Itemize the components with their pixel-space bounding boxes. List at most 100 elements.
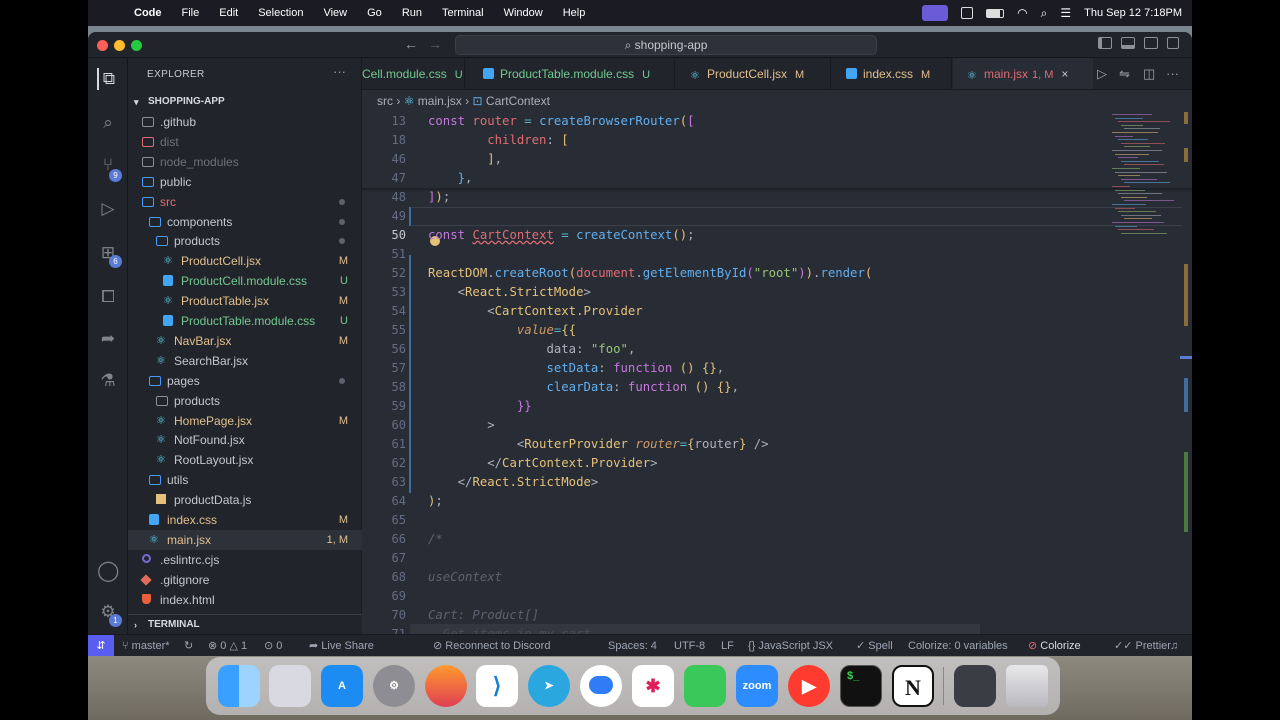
- menu-terminal[interactable]: Terminal: [432, 7, 494, 19]
- accounts-icon[interactable]: ◯: [97, 560, 119, 582]
- code-editor[interactable]: 13 18 46 47 48 49 50 51 52 53 54 55 56 57 58 59 60 61 62 63…: [362, 112, 1192, 634]
- menu-file[interactable]: File: [172, 7, 210, 19]
- telegram-icon[interactable]: ➤: [528, 665, 570, 707]
- breadcrumb-file[interactable]: main.jsx: [418, 94, 462, 108]
- menu-window[interactable]: Window: [494, 7, 553, 19]
- project-folder-header[interactable]: ▾ SHOPPING-APP: [128, 92, 362, 112]
- menu-run[interactable]: Run: [392, 7, 432, 19]
- recent-window-icon[interactable]: [954, 665, 996, 707]
- toggle-panel-icon[interactable]: [1121, 37, 1135, 49]
- tree-item[interactable]: ⚛ main.jsx 1, M: [128, 529, 362, 550]
- eol-setting[interactable]: LF: [721, 635, 734, 656]
- overview-ruler-scrollbar[interactable]: [1180, 112, 1192, 634]
- horizontal-scrollbar[interactable]: [410, 624, 980, 634]
- toggle-secondary-sidebar-icon[interactable]: [1144, 37, 1158, 49]
- tab-index-css[interactable]: index.css M: [832, 58, 952, 89]
- search-view-icon[interactable]: ⌕: [97, 112, 119, 134]
- tree-item[interactable]: products: [128, 391, 362, 411]
- launchpad-icon[interactable]: [269, 665, 311, 707]
- prettier-status[interactable]: ✓✓ Prettier: [1114, 635, 1171, 656]
- remote-indicator-icon[interactable]: ⇵: [88, 635, 114, 656]
- discord-status[interactable]: ⊘ Reconnect to Discord: [433, 635, 550, 656]
- zoom-icon[interactable]: zoom: [736, 665, 778, 707]
- sync-icon[interactable]: ↻: [184, 635, 193, 656]
- language-mode[interactable]: {} JavaScript JSX: [748, 635, 833, 656]
- tree-item[interactable]: ProductCell.module.css U: [128, 271, 362, 291]
- notion-menubar-icon[interactable]: [961, 7, 974, 19]
- tree-item[interactable]: pages: [128, 371, 362, 391]
- terminal-app-icon[interactable]: $_: [840, 665, 882, 707]
- tree-item[interactable]: ⚛ HomePage.jsx M: [128, 411, 362, 431]
- tree-item[interactable]: ProductTable.module.css U: [128, 311, 362, 331]
- breadcrumb-folder[interactable]: src: [377, 94, 393, 108]
- tree-item[interactable]: utils: [128, 470, 362, 490]
- testing-icon[interactable]: ⚗: [97, 370, 119, 392]
- menu-app-name[interactable]: Code: [124, 7, 172, 19]
- notion-icon[interactable]: N: [892, 665, 934, 707]
- screen-recorder-icon[interactable]: ▶: [788, 665, 830, 707]
- spotlight-search-icon[interactable]: ⌕: [1041, 6, 1048, 21]
- command-center-search[interactable]: ⌕ shopping-app: [455, 35, 877, 55]
- tree-item[interactable]: dist: [128, 132, 362, 152]
- minimize-window-button[interactable]: [114, 40, 125, 51]
- encoding-setting[interactable]: UTF-8: [674, 635, 705, 656]
- tab-productcell-jsx[interactable]: ⚛ ProductCell.jsx M: [676, 58, 831, 89]
- tree-item[interactable]: .eslintrc.cjs: [128, 550, 362, 570]
- menu-selection[interactable]: Selection: [248, 7, 313, 19]
- menu-go[interactable]: Go: [357, 7, 392, 19]
- tree-item[interactable]: public: [128, 172, 362, 192]
- slack-icon[interactable]: ✱: [632, 665, 674, 707]
- tree-item[interactable]: src: [128, 192, 362, 212]
- indentation-setting[interactable]: Spaces: 4: [608, 635, 657, 656]
- battery-icon[interactable]: [986, 8, 1005, 18]
- customize-layout-icon[interactable]: [1167, 37, 1179, 49]
- tree-item[interactable]: index.html: [128, 590, 362, 610]
- problems-indicator[interactable]: ⊗ 0 △ 1: [208, 635, 247, 656]
- menu-help[interactable]: Help: [553, 7, 596, 19]
- close-window-button[interactable]: [97, 40, 108, 51]
- trash-icon[interactable]: [1006, 665, 1048, 707]
- live-share-icon[interactable]: ➦: [97, 328, 119, 350]
- tree-item[interactable]: node_modules: [128, 152, 362, 172]
- tab-main-jsx[interactable]: ⚛ main.jsx 1, M ×: [953, 58, 1093, 89]
- finder-icon[interactable]: [218, 665, 260, 707]
- more-actions-icon[interactable]: ···: [333, 64, 346, 79]
- firefox-icon[interactable]: [425, 665, 467, 707]
- tree-item[interactable]: .gitignore: [128, 570, 362, 590]
- tree-item[interactable]: components: [128, 212, 362, 232]
- tree-item[interactable]: ⚛ NotFound.jsx: [128, 430, 362, 450]
- minimap[interactable]: [1112, 112, 1178, 242]
- tree-item[interactable]: ⚛ SearchBar.jsx: [128, 351, 362, 371]
- notifications-bell-icon[interactable]: ♫: [1170, 635, 1178, 656]
- tree-item[interactable]: ⚛ ProductCell.jsx M: [128, 251, 362, 271]
- menu-edit[interactable]: Edit: [209, 7, 248, 19]
- wifi-icon[interactable]: ◠: [1017, 6, 1027, 20]
- ports-indicator[interactable]: ⊙ 0: [264, 635, 282, 656]
- remote-explorer-icon[interactable]: ⧠: [97, 286, 119, 308]
- explorer-icon[interactable]: ⧉: [97, 68, 119, 90]
- system-settings-icon[interactable]: ⚙: [373, 665, 415, 707]
- screen-recording-icon[interactable]: [922, 5, 949, 21]
- colorize-toggle[interactable]: ⊘ Colorize: [1028, 635, 1081, 656]
- app-store-icon[interactable]: A: [321, 665, 363, 707]
- editor-more-actions-icon[interactable]: ···: [1166, 66, 1179, 81]
- spell-check[interactable]: ✓ Spell: [856, 635, 893, 656]
- run-debug-icon[interactable]: ▷: [97, 198, 119, 220]
- run-file-icon[interactable]: ▷: [1097, 66, 1107, 82]
- terminal-section-header[interactable]: › TERMINAL: [128, 614, 362, 634]
- menubar-clock[interactable]: Thu Sep 12 7:18PM: [1084, 7, 1182, 19]
- zoom-window-button[interactable]: [131, 40, 142, 51]
- tree-item[interactable]: productData.js: [128, 490, 362, 510]
- breadcrumb-symbol[interactable]: CartContext: [486, 94, 550, 108]
- tree-item[interactable]: index.css M: [128, 510, 362, 530]
- control-center-icon[interactable]: ☰: [1060, 6, 1071, 20]
- facetime-icon[interactable]: [684, 665, 726, 707]
- live-share-button[interactable]: ➦ Live Share: [309, 635, 374, 656]
- colorize-variables[interactable]: Colorize: 0 variables: [908, 635, 1008, 656]
- compare-changes-icon[interactable]: ⇋: [1119, 66, 1130, 82]
- forward-arrow-icon[interactable]: →: [428, 36, 442, 52]
- tree-item[interactable]: products: [128, 231, 362, 251]
- tab-productcell-module-css[interactable]: Cell.module.css U: [362, 58, 465, 89]
- tab-producttable-module-css[interactable]: ProductTable.module.css U: [466, 58, 675, 89]
- toggle-primary-sidebar-icon[interactable]: [1098, 37, 1112, 49]
